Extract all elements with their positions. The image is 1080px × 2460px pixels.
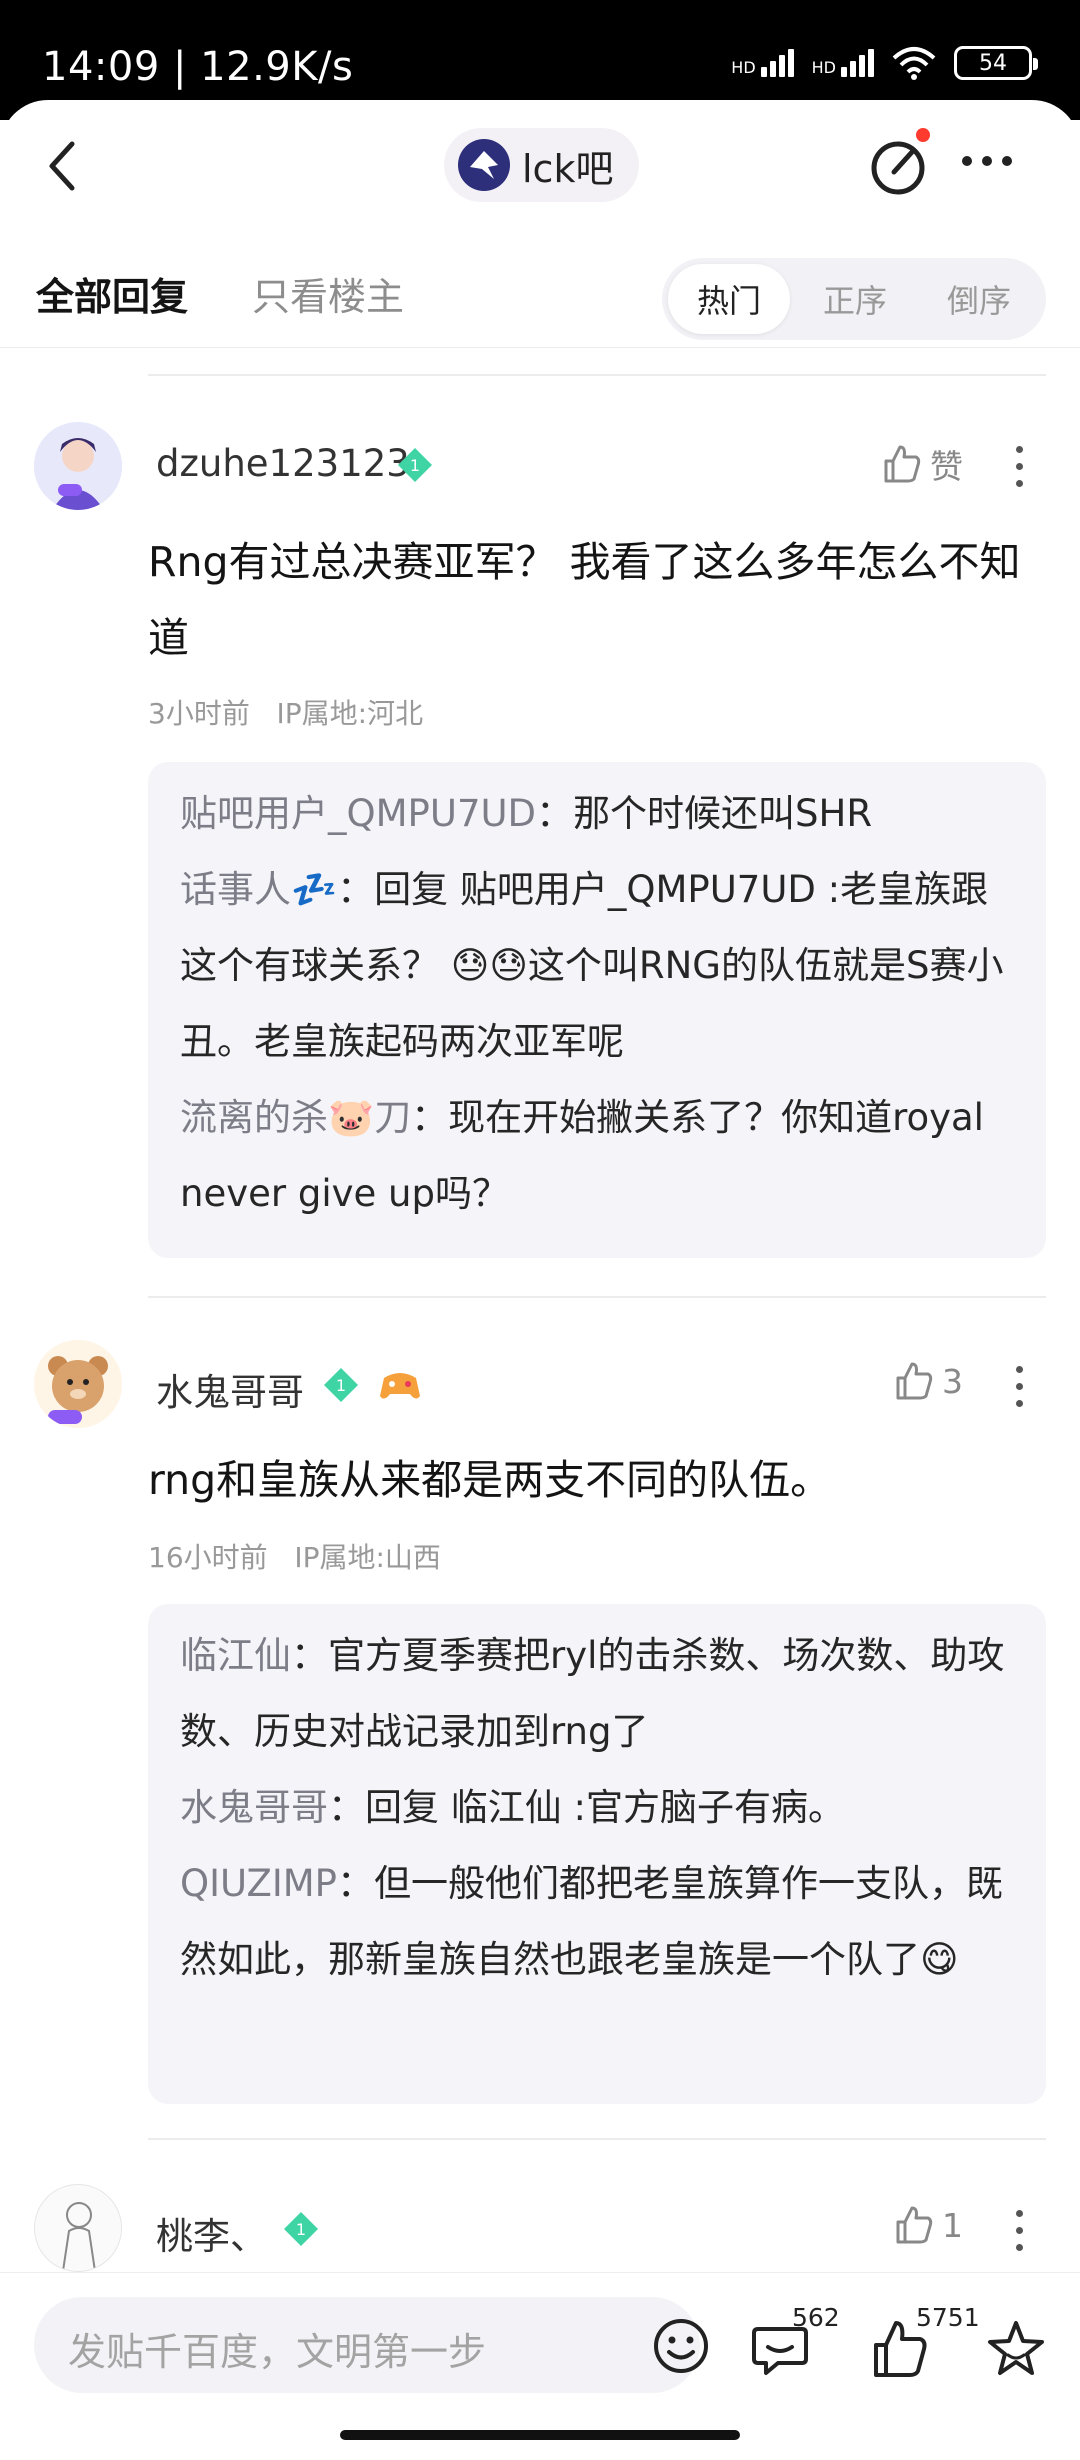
comment-location: IP属地:河北 — [276, 697, 424, 730]
like-button[interactable]: 3 — [892, 1360, 963, 1402]
forum-name: lck吧 — [522, 146, 614, 191]
comment-meta: 3小时前 IP属地:河北 — [148, 692, 423, 732]
emoji-icon[interactable] — [652, 2317, 710, 2375]
comment-more-icon[interactable] — [1016, 446, 1023, 487]
reply-text: 官方夏季赛把ryl的击杀数、场次数、助攻数、历史对战记录加到rng了 — [180, 1634, 1005, 1753]
edit-icon[interactable] — [866, 134, 930, 198]
reply-author[interactable]: 话事人💤 — [180, 868, 337, 911]
reply-author[interactable]: 贴吧用户_QMPU7UD — [180, 792, 536, 835]
like-count: 5751 — [916, 2303, 980, 2332]
like-label: 赞 — [930, 447, 963, 486]
level-badge-icon: 1 — [284, 2212, 318, 2246]
nav-bar: lck吧 — [0, 100, 1080, 230]
comment-count: 562 — [792, 2303, 840, 2332]
sort-toggle: 热门 正序 倒序 — [662, 258, 1046, 340]
reply-box[interactable]: 临江仙：官方夏季赛把ryl的击杀数、场次数、助攻数、历史对战记录加到rng了 水… — [148, 1604, 1046, 2104]
reply-text: 那个时候还叫SHR — [573, 792, 873, 835]
forum-pill[interactable]: lck吧 — [444, 128, 640, 202]
comment-more-icon[interactable] — [1016, 1366, 1023, 1407]
username[interactable]: 桃李、 — [156, 2206, 267, 2260]
thumb-up-icon — [884, 445, 921, 483]
status-time: 14:09 | 12.9K/s — [42, 44, 354, 90]
svg-text:1: 1 — [336, 1376, 346, 1395]
forum-logo-icon — [458, 139, 510, 191]
divider — [148, 1296, 1046, 1298]
like-count: 3 — [942, 1361, 963, 1401]
wifi-icon — [892, 47, 936, 80]
reply-item: 流离的杀🐷刀：现在开始撇关系了？你知道royal never give up吗？ — [180, 1096, 984, 1215]
comment-time: 16小时前 — [148, 1541, 268, 1574]
avatar[interactable] — [34, 2184, 122, 2272]
divider — [148, 374, 1046, 376]
signal-icon-2: HD — [812, 49, 874, 77]
reply-item: 贴吧用户_QMPU7UD：那个时候还叫SHR — [180, 792, 873, 835]
sort-asc[interactable]: 正序 — [794, 264, 916, 334]
home-indicator[interactable] — [340, 2430, 740, 2440]
reply-item: 水鬼哥哥：回复 临江仙 :官方脑子有病。 — [180, 1786, 845, 1829]
comment-location: IP属地:山西 — [294, 1541, 441, 1574]
username[interactable]: 水鬼哥哥 — [156, 1362, 304, 1416]
reply-box[interactable]: 贴吧用户_QMPU7UD：那个时候还叫SHR 话事人💤：回复 贴吧用户_QMPU… — [148, 762, 1046, 1258]
like-button[interactable]: 赞 — [880, 440, 963, 488]
reply-author[interactable]: 临江仙 — [180, 1634, 291, 1677]
reply-input-placeholder: 发贴千百度，文明第一步 — [68, 2330, 487, 2374]
sort-desc[interactable]: 倒序 — [918, 264, 1040, 334]
comment-text: Rng有过总决赛亚军？ 我看了这么多年怎么不知道 — [148, 538, 1021, 662]
comment-time: 3小时前 — [148, 697, 250, 730]
star-icon[interactable] — [984, 2317, 1048, 2381]
like-count: 1 — [942, 2205, 963, 2245]
notification-dot — [916, 128, 930, 142]
signal-icon: HD — [731, 49, 794, 77]
reply-text: 回复 临江仙 :官方脑子有病。 — [365, 1786, 845, 1829]
level-badge-icon: 1 — [324, 1368, 358, 1402]
back-arrow-icon[interactable] — [40, 136, 90, 196]
comment-text: rng和皇族从来都是两支不同的队伍。 — [148, 1456, 832, 1504]
username[interactable]: dzuhe123123 — [156, 442, 410, 485]
like-button[interactable]: 1 — [892, 2204, 963, 2246]
reply-item: 临江仙：官方夏季赛把ryl的击杀数、场次数、助攻数、历史对战记录加到rng了 — [180, 1634, 1005, 1753]
reply-author[interactable]: QIUZIMP — [180, 1862, 337, 1905]
reply-author[interactable]: 水鬼哥哥 — [180, 1786, 328, 1829]
level-badge-icon: 1 — [398, 448, 432, 482]
sort-hot[interactable]: 热门 — [668, 264, 790, 334]
tab-op-only[interactable]: 只看楼主 — [252, 266, 404, 321]
reply-item: 话事人💤：回复 贴吧用户_QMPU7UD :老皇族跟这个有球关系？ 😓😓这个叫R… — [180, 868, 1004, 1063]
more-icon[interactable] — [962, 156, 1012, 166]
reply-author[interactable]: 流离的杀🐷刀 — [180, 1096, 411, 1139]
gamepad-icon — [380, 1373, 420, 1399]
avatar[interactable] — [34, 422, 122, 510]
status-icons: HD HD 54 — [731, 46, 1038, 80]
avatar[interactable] — [34, 1340, 122, 1428]
battery-icon: 54 — [954, 46, 1038, 80]
thumb-up-icon — [896, 1362, 933, 1400]
reply-input[interactable]: 发贴千百度，文明第一步 — [34, 2297, 708, 2393]
svg-text:1: 1 — [296, 2220, 306, 2239]
divider — [148, 2138, 1046, 2140]
comment-meta: 16小时前 IP属地:山西 — [148, 1536, 441, 1576]
tab-all-replies[interactable]: 全部回复 — [36, 266, 188, 321]
thumb-up-icon — [896, 2206, 933, 2244]
reply-item: QIUZIMP：但一般他们都把老皇族算作一支队，既然如此，那新皇族自然也跟老皇族… — [180, 1862, 1003, 1981]
comment-more-icon[interactable] — [1016, 2210, 1023, 2251]
svg-text:1: 1 — [410, 456, 420, 475]
